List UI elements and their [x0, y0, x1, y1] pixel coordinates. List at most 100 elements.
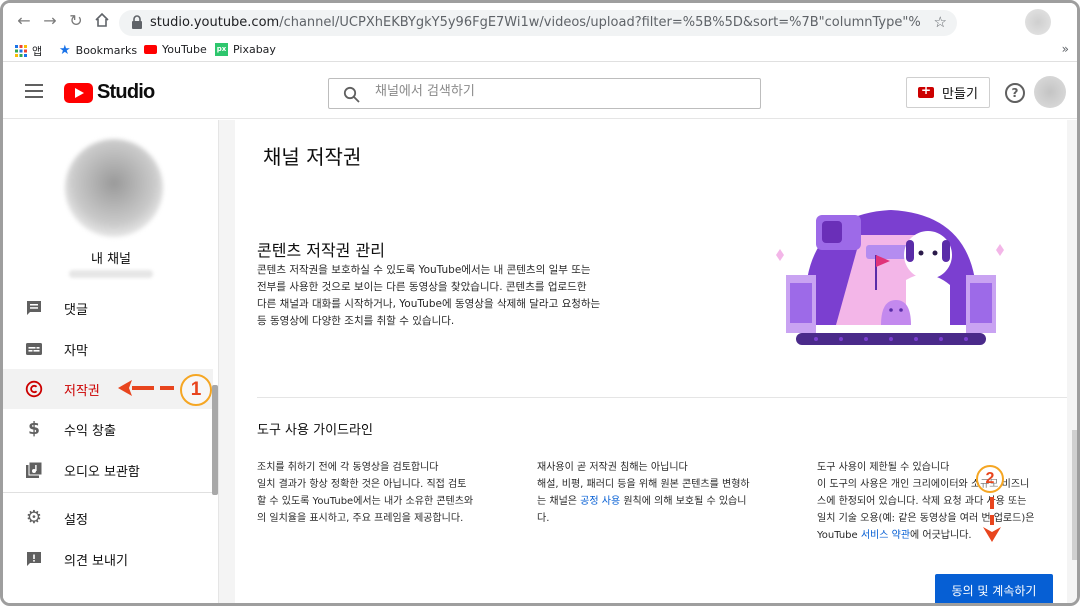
guideline-text-part: 에 어긋납니다. [910, 530, 972, 541]
guideline-text: 의 일치율을 표시하고, 주요 프레임을 제공합니다. [257, 513, 464, 524]
studio-header: Studio 만들기 ? [3, 63, 1077, 119]
gear-icon: ⚙ [25, 507, 43, 528]
fair-use-link[interactable]: 공정 사용 [580, 496, 620, 507]
lock-icon [132, 15, 142, 29]
page-title: 채널 저작권 [263, 145, 362, 169]
terms-of-service-link[interactable]: 서비스 약관 [861, 530, 910, 541]
copyright-illustration [776, 210, 1004, 345]
guideline-text: 할 수 있도록 YouTube에서는 내가 소유한 콘텐츠와 [257, 496, 474, 507]
bookmark-label: YouTube [162, 43, 207, 56]
description-line: 다른 채널과 대화를 시작하거나, YouTube에 동영상을 삭제해 달라고 … [257, 298, 601, 310]
comment-icon [27, 301, 41, 315]
create-video-icon [918, 83, 935, 98]
main-scrollbar[interactable] [1072, 430, 1077, 560]
studio-logo[interactable]: Studio [64, 81, 155, 104]
sidebar: 내 채널 댓글 자막 저작권 $ 수익 창출 오디오 보관함 ⚙ 설정 의견 보… [3, 120, 219, 603]
guideline-restrictions: 도구 사용이 제한될 수 있습니다 이 도구의 사용은 개인 크리에이터와 소규… [817, 459, 1067, 544]
sidebar-item-label: 수익 창출 [64, 423, 116, 439]
subtitles-icon [26, 343, 42, 355]
guideline-text: 다. [537, 513, 550, 524]
feedback-icon [27, 552, 41, 566]
guideline-text-part: 는 채널은 [537, 496, 581, 507]
agree-and-continue-button[interactable]: 동의 및 계속하기 [935, 574, 1053, 603]
browser-window: ← → ↻ studio.youtube.com/channel/UCPXhEK… [0, 0, 1080, 606]
guideline-text: 이 도구의 사용은 개인 크리에이터와 소규모 비즈니 [817, 479, 1030, 490]
guideline-fair-use: 재사용이 곧 저작권 침해는 아닙니다 해설, 비평, 패러디 등을 위해 원본… [537, 459, 787, 527]
bookmark-label: 앱 [32, 45, 43, 58]
home-icon[interactable] [93, 12, 111, 30]
description-line: 등 동영상에 다양한 조치를 취할 수 있습니다. [257, 315, 455, 327]
guidelines-title: 도구 사용 가이드라인 [257, 423, 373, 438]
star-icon: ★ [59, 43, 71, 58]
url-text: studio.youtube.com/channel/UCPXhEKBYgkY5… [150, 15, 920, 30]
account-avatar[interactable] [1034, 76, 1066, 108]
copyright-icon [25, 380, 43, 398]
bookmark-star-icon[interactable]: ☆ [934, 13, 947, 31]
description-line: 전부를 사용한 것으로 보이는 다른 동영상을 찾았습니다. 콘텐츠를 업로드한 [257, 281, 587, 293]
guideline-text: 해설, 비평, 패러디 등을 위해 원본 콘텐츠를 변형하 [537, 479, 750, 490]
guideline-text-part: 원칙에 의해 보호될 수 있습니 [620, 496, 747, 507]
browser-profile-avatar[interactable] [1025, 9, 1051, 35]
bookmark-pixabay[interactable]: px Pixabay [215, 43, 276, 56]
guideline-review: 조치를 취하기 전에 각 동영상을 검토합니다 일치 결과가 항상 정확한 것은… [257, 459, 507, 527]
guideline-text-part: YouTube [817, 530, 861, 541]
reload-icon[interactable]: ↻ [67, 12, 85, 30]
logo-text: Studio [97, 81, 155, 103]
sidebar-scrollbar[interactable] [212, 385, 218, 495]
apps-grid-icon [15, 45, 27, 57]
back-arrow-icon[interactable]: ← [15, 12, 33, 30]
guideline-heading: 도구 사용이 제한될 수 있습니다 [817, 462, 950, 473]
sidebar-item-label: 저작권 [64, 383, 100, 399]
section-description: 콘텐츠 저작권을 보호하실 수 있도록 YouTube에서는 내 콘텐츠의 일부… [257, 262, 637, 330]
channel-search[interactable] [328, 78, 761, 109]
guideline-heading: 재사용이 곧 저작권 침해는 아닙니다 [537, 462, 688, 473]
browser-toolbar: ← → ↻ studio.youtube.com/channel/UCPXhEK… [3, 3, 1077, 40]
annotation-arrow-down [983, 497, 1001, 542]
bookmark-label: Pixabay [233, 43, 276, 56]
hamburger-menu-icon[interactable] [25, 84, 43, 98]
sidebar-item-monetization[interactable]: $ 수익 창출 [3, 409, 213, 449]
sidebar-item-audio-library[interactable]: 오디오 보관함 [3, 450, 213, 490]
guideline-text: 일치 결과가 항상 정확한 것은 아닙니다. 직접 검토 [257, 479, 467, 490]
bookmark-youtube[interactable]: YouTube [144, 43, 207, 56]
guideline-text: 일치 기술 오용(예: 같은 동영상을 여러 번 업로드)은 [817, 513, 1035, 524]
create-button[interactable]: 만들기 [906, 77, 990, 108]
bookmark-bookmarks[interactable]: ★ Bookmarks [59, 43, 137, 58]
sidebar-item-label: 자막 [64, 343, 88, 359]
channel-avatar[interactable] [65, 139, 163, 237]
sidebar-item-feedback[interactable]: 의견 보내기 [3, 539, 213, 579]
description-line: 콘텐츠 저작권을 보호하실 수 있도록 YouTube에서는 내 콘텐츠의 일부… [257, 264, 591, 276]
bookmarks-bar: 앱 ★ Bookmarks YouTube px Pixabay » [3, 40, 1077, 62]
annotation-step-1: 1 [180, 374, 212, 406]
sidebar-item-label: 오디오 보관함 [64, 464, 140, 480]
help-icon[interactable]: ? [1005, 83, 1025, 103]
guideline-text: 스에 한정되어 있습니다. 삭제 요청 과다 사용 또는 [817, 496, 1027, 507]
annotation-arrow-left [118, 380, 174, 396]
sidebar-item-settings[interactable]: ⚙ 설정 [3, 498, 213, 538]
bookmarks-more-button[interactable]: » [1062, 42, 1069, 56]
search-icon [343, 86, 360, 103]
youtube-logo-icon [64, 82, 93, 103]
main-content: 채널 저작권 콘텐츠 저작권 관리 콘텐츠 저작권을 보호하실 수 있도록 Yo… [219, 120, 1077, 603]
guideline-text: YouTube 서비스 약관에 어긋납니다. [817, 527, 1067, 544]
guideline-heading: 조치를 취하기 전에 각 동영상을 검토합니다 [257, 462, 439, 473]
dollar-icon: $ [28, 419, 40, 439]
bookmark-label: Bookmarks [75, 44, 138, 57]
channel-name: 내 채널 [90, 252, 131, 267]
bookmark-apps[interactable]: 앱 [15, 43, 42, 59]
forward-arrow-icon[interactable]: → [41, 12, 59, 30]
sidebar-item-label: 의견 보내기 [64, 553, 128, 569]
sidebar-item-label: 설정 [64, 512, 88, 528]
create-label: 만들기 [942, 87, 978, 102]
copyright-panel: 채널 저작권 콘텐츠 저작권 관리 콘텐츠 저작권을 보호하실 수 있도록 Yo… [235, 120, 1067, 603]
channel-subtitle-blurred [69, 270, 153, 278]
sidebar-item-comments[interactable]: 댓글 [3, 288, 213, 328]
pixabay-icon: px [215, 43, 228, 56]
audio-library-icon [26, 461, 43, 478]
youtube-icon [144, 45, 157, 54]
annotation-step-2: 2 [976, 465, 1004, 493]
search-input[interactable] [375, 84, 745, 99]
sidebar-item-subtitles[interactable]: 자막 [3, 329, 213, 369]
guideline-text: 는 채널은 공정 사용 원칙에 의해 보호될 수 있습니 [537, 493, 787, 510]
address-bar[interactable]: studio.youtube.com/channel/UCPXhEKBYgkY5… [119, 10, 957, 36]
